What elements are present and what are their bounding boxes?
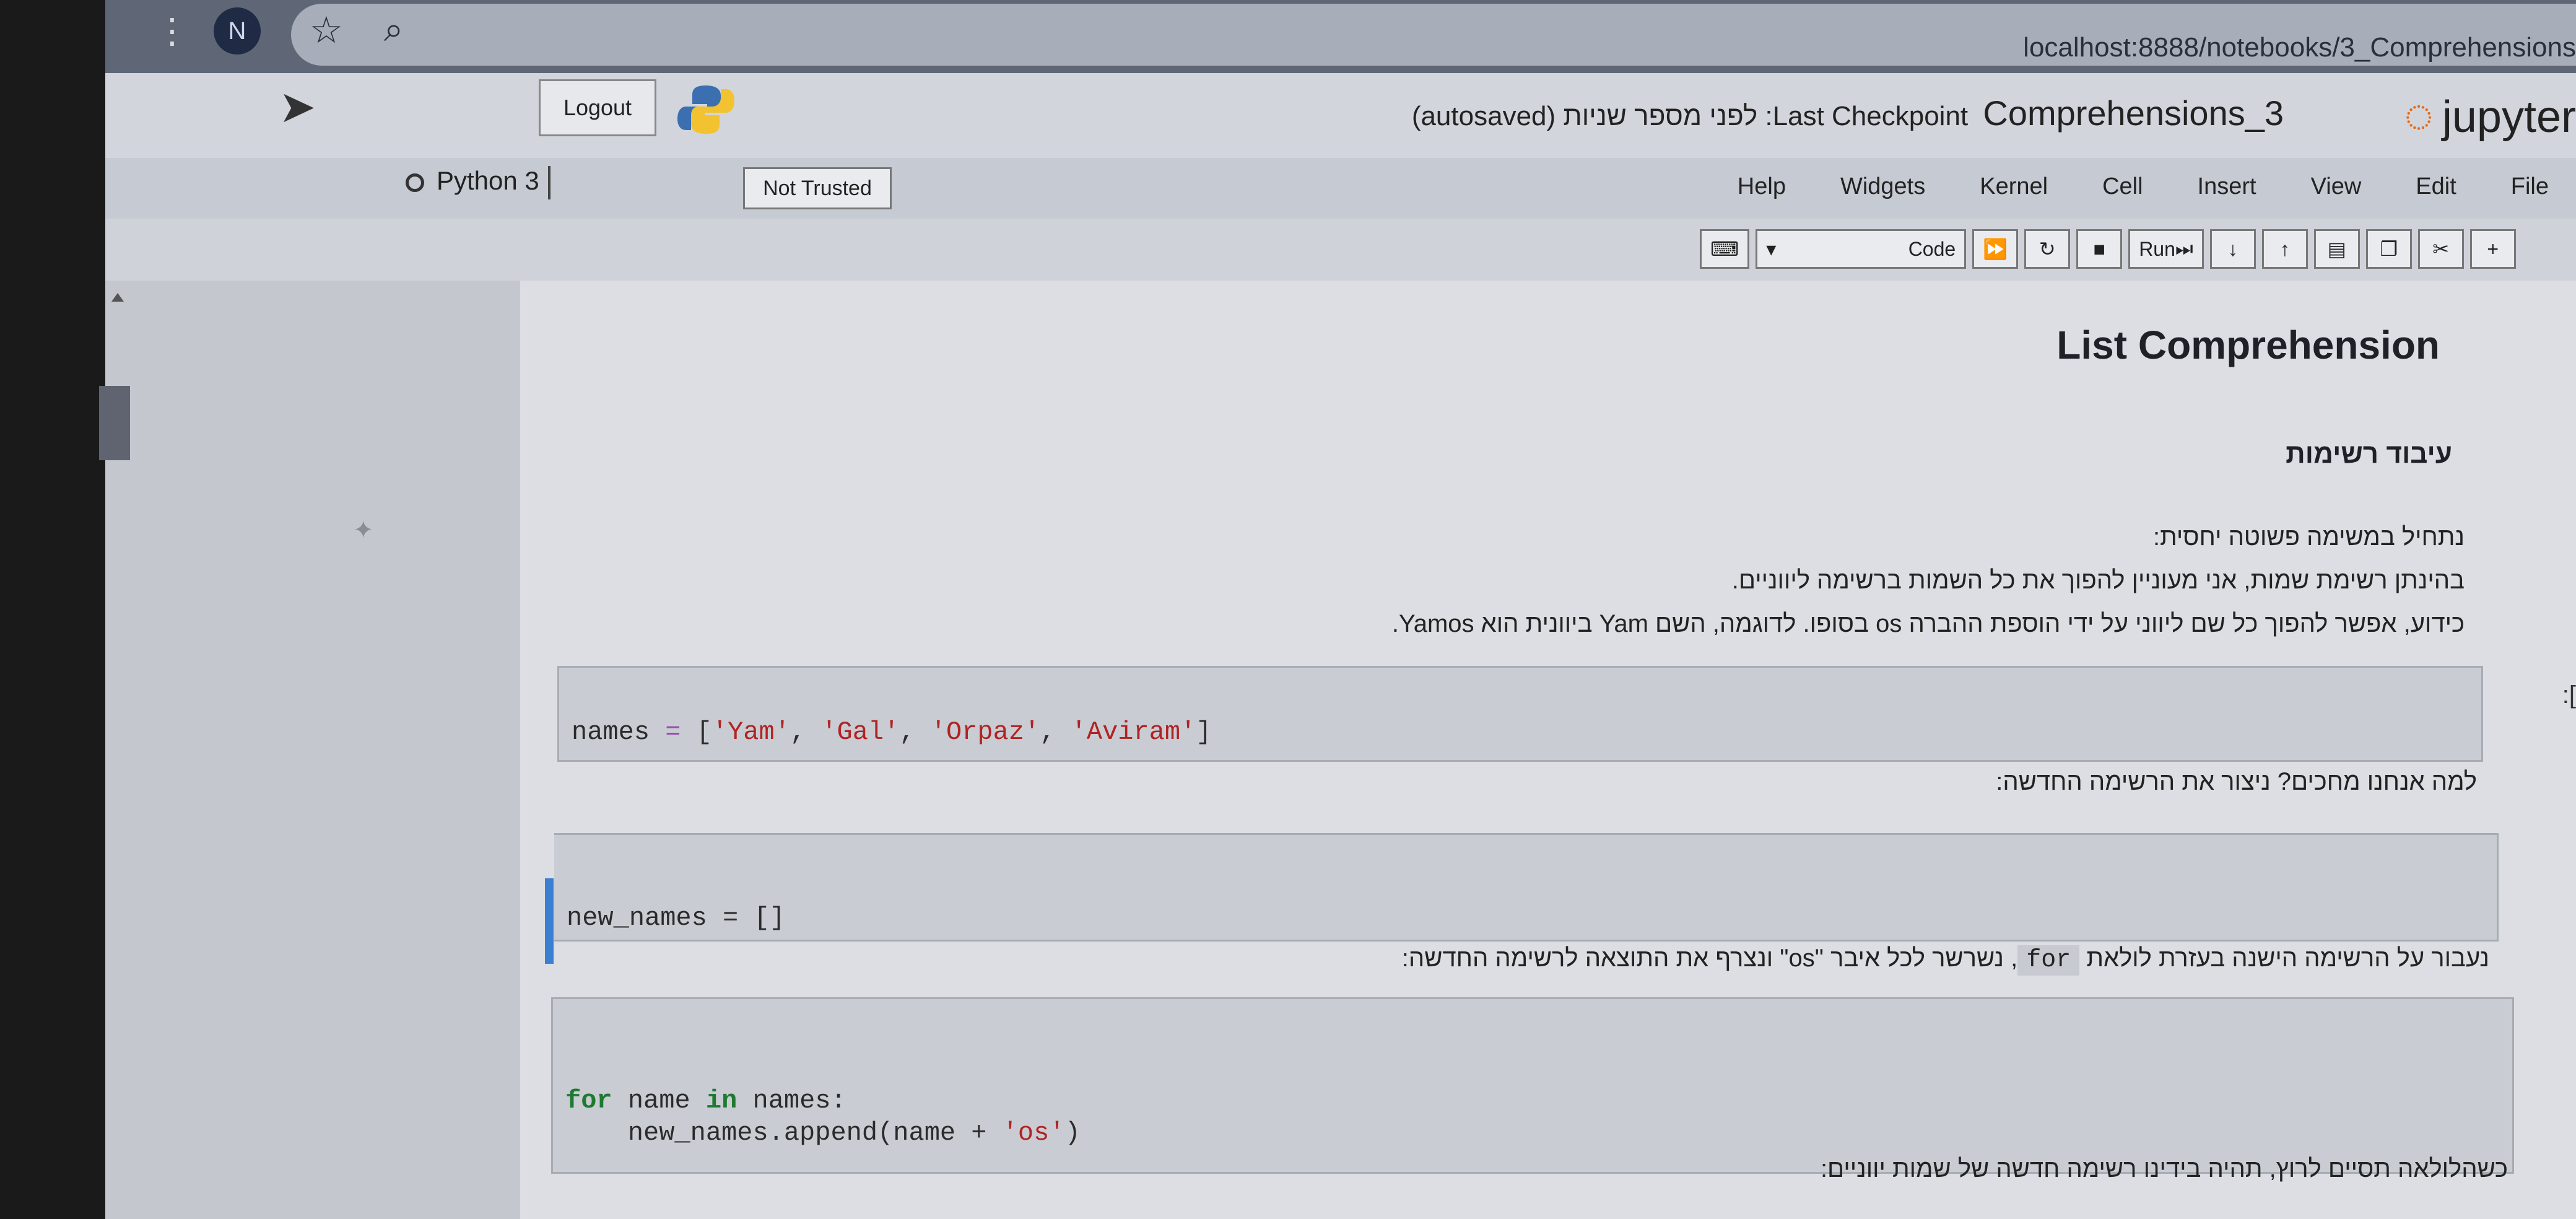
code-text: new_names.append(name + [565, 1118, 1003, 1148]
code-cell-for-loop[interactable]: for name in names: new_names.append(name… [551, 997, 2514, 1174]
screen-speck: ✦ [353, 517, 374, 544]
code-string: 'Aviram' [1071, 717, 1196, 747]
code-string: 'Orpaz' [930, 717, 1040, 747]
code-line-append[interactable]: new_names.append(name + 'os') [565, 1118, 1081, 1148]
menu-cell[interactable]: Cell [2075, 173, 2170, 200]
markdown-paragraph-6: כשהלולאה תסיים לרוץ, תהיה בידינו רשימה ח… [1820, 1155, 2508, 1182]
toolbar-buttons: ⌨ ▾ Code ⏩ ↻ ■ Run ⏭ ↓ ↑ ▤ ❐ ✂ + [1700, 229, 2516, 269]
jupyter-logo-icon: ◌ [2404, 87, 2434, 142]
command-palette-button[interactable]: ⌨ [1700, 229, 1750, 269]
cell-type-value: Code [1908, 237, 1956, 260]
scrollbar-thumb[interactable] [99, 386, 130, 460]
notebook-left-margin: ✦ [99, 281, 520, 1219]
code-text: ) [1064, 1118, 1081, 1148]
mouse-cursor-icon: ➤ [279, 82, 316, 132]
markdown-paragraph-4: למה אנחנו מחכים? ניצור את הרשימה החדשה: [1996, 768, 2477, 795]
paste-icon: ▤ [2327, 238, 2346, 260]
menu-items: File Edit View Insert Cell Kernel Widget… [1710, 173, 2576, 200]
restart-icon: ↻ [2039, 238, 2056, 260]
code-string: 'Gal' [821, 717, 900, 747]
logout-button[interactable]: Logout [539, 79, 656, 136]
profile-avatar[interactable]: N [214, 7, 261, 55]
checkpoint-info: (autosaved) לפני מספר שניות :Last Checkp… [1412, 93, 2291, 133]
cell-type-select[interactable]: ▾ Code [1756, 229, 1967, 269]
stop-icon: ■ [2093, 237, 2105, 260]
run-label: Run [2139, 237, 2175, 260]
menu-help[interactable]: Help [1710, 173, 1813, 200]
kernel-divider [547, 166, 550, 199]
keyboard-icon: ⌨ [1710, 238, 1739, 260]
menu-kernel[interactable]: Kernel [1952, 173, 2075, 200]
menu-file[interactable]: File [2484, 173, 2576, 200]
address-url: localhost:8888/notebooks/3_Comprehension… [2023, 32, 2576, 63]
markdown-paragraph-3: כידוע, אפשר להפוך כל שם ליווני על ידי הו… [1391, 610, 2465, 637]
code-string: 'Yam' [711, 717, 790, 747]
jupyter-logo-text: jupyter [2442, 92, 2576, 142]
menu-insert[interactable]: Insert [2170, 173, 2284, 200]
code-text: name [612, 1086, 706, 1116]
heading-list-comprehension: List Comprehension [2056, 323, 2440, 367]
scroll-up-icon[interactable] [111, 293, 124, 302]
code-line-names[interactable]: names = ['Yam', 'Gal', 'Orpaz', 'Aviram'… [572, 717, 1212, 747]
menu-widgets[interactable]: Widgets [1813, 173, 1952, 200]
inline-code-for: for [2017, 945, 2080, 976]
bookmark-star-icon[interactable]: ☆ [310, 9, 343, 52]
code-var-names: names [572, 717, 650, 747]
cut-button[interactable]: ✂ [2417, 229, 2464, 269]
code-cell-new-names[interactable]: new_names = [] [554, 833, 2499, 942]
heading-list-processing: עיבוד רשימות [2286, 439, 2452, 469]
kernel-indicator[interactable]: Python 3 [406, 166, 550, 199]
code-keyword: for [565, 1086, 612, 1116]
cell-prompt-marker: :[ [2562, 681, 2576, 709]
chevron-down-icon: ▾ [1766, 238, 1777, 260]
insert-cell-button[interactable]: + [2469, 229, 2516, 269]
code-line-new-names[interactable]: new_names = [] [567, 903, 785, 933]
paragraph-text-end: , נשרשר לכל איבר "os" ונצרף את התוצאה לר… [1401, 945, 2018, 972]
code-keyword: in [705, 1086, 738, 1116]
jupyter-logo[interactable]: ◌ jupyter [2404, 87, 2576, 144]
menu-view[interactable]: View [2284, 173, 2389, 200]
paragraph-text-start: נעבור על הרשימה הישנה בעזרת לולאת [2086, 945, 2489, 972]
browser-toolbar: ⋮ N localhost:8888/notebooks/3_Comprehen… [105, 0, 2576, 73]
zoom-icon[interactable]: ⌕ [384, 9, 403, 50]
code-line-for[interactable]: for name in names: [565, 1086, 846, 1116]
copy-button[interactable]: ❐ [2365, 229, 2412, 269]
fast-forward-icon: ⏩ [1983, 238, 2008, 260]
code-operator: = [665, 717, 681, 747]
python-logo-icon [677, 85, 734, 134]
arrow-down-icon: ↓ [2227, 237, 2238, 260]
autosaved-label: (autosaved) [1411, 101, 1556, 131]
browser-menu-icon[interactable]: ⋮ [155, 12, 189, 50]
arrow-up-icon: ↑ [2279, 237, 2290, 260]
plus-icon: + [2487, 237, 2499, 260]
screen-bezel [0, 0, 105, 1219]
run-button[interactable]: Run ⏭ [2128, 229, 2204, 269]
paste-button[interactable]: ▤ [2313, 229, 2360, 269]
move-down-button[interactable]: ↓ [2209, 229, 2256, 269]
markdown-paragraph-5: נעבור על הרשימה הישנה בעזרת לולאת for, נ… [1401, 945, 2489, 976]
move-up-button[interactable]: ↑ [2261, 229, 2308, 269]
menu-edit[interactable]: Edit [2388, 173, 2483, 200]
restart-run-all-button[interactable]: ⏩ [1972, 229, 2019, 269]
code-string: 'os' [1002, 1118, 1065, 1148]
interrupt-kernel-button[interactable]: ■ [2076, 229, 2123, 269]
restart-kernel-button[interactable]: ↻ [2024, 229, 2071, 269]
address-bar[interactable]: localhost:8888/notebooks/3_Comprehension… [291, 4, 2576, 66]
kernel-name: Python 3 [437, 166, 539, 196]
step-forward-icon: ⏭ [2175, 237, 2193, 260]
kernel-status-icon [406, 173, 424, 192]
markdown-paragraph-1: נתחיל במשימה פשוטה יחסית: [2152, 523, 2465, 551]
active-cell-indicator [545, 878, 554, 964]
checkpoint-label: לפני מספר שניות :Last Checkpoint [1563, 101, 1969, 131]
copy-icon: ❐ [2380, 238, 2398, 260]
code-text: names: [737, 1086, 846, 1116]
scissors-icon: ✂ [2432, 238, 2450, 260]
code-cell-names[interactable]: names = ['Yam', 'Gal', 'Orpaz', 'Aviram'… [557, 666, 2483, 762]
not-trusted-button[interactable]: Not Trusted [743, 167, 892, 209]
notebook-title[interactable]: Comprehensions_3 [1983, 94, 2284, 133]
markdown-paragraph-2: בהינתן רשימת שמות, אני מעוניין להפוך את … [1731, 567, 2465, 594]
